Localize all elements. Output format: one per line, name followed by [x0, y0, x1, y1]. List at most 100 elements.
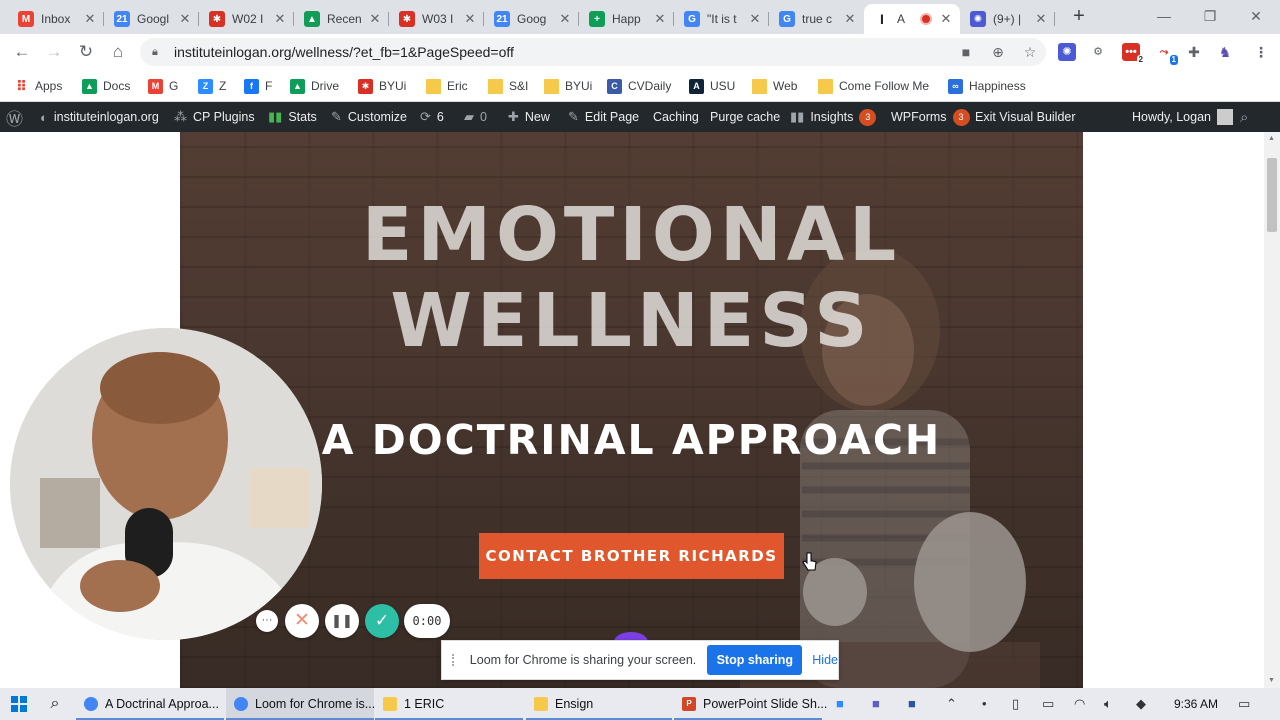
bookmark-item[interactable]: A USU — [689, 76, 735, 96]
taskbar-clock[interactable]: 9:36 AM — [1164, 688, 1228, 720]
dropbox-icon[interactable]: ◆ — [1136, 696, 1146, 712]
tab-2[interactable]: 21 Googl ✕ — [104, 4, 199, 34]
close-tab-icon[interactable]: ✕ — [82, 11, 98, 27]
extensions-puzzle-icon[interactable]: ✚ — [1185, 43, 1203, 61]
taskbar-item[interactable]: A Doctrinal Approa... — [76, 688, 224, 720]
home-icon[interactable]: ⌂ — [106, 40, 130, 64]
tab-8[interactable]: G "It is t ✕ — [674, 4, 769, 34]
drag-handle-icon[interactable] — [452, 654, 458, 666]
teams-tray-icon[interactable]: ■ — [872, 696, 880, 711]
loom-camera-bubble[interactable] — [10, 328, 322, 640]
bookmark-item[interactable]: ∞ Happiness — [948, 76, 1026, 96]
wp-site-name[interactable]: ◐ instituteinlogan.org — [40, 102, 159, 132]
search-icon[interactable]: ⌕ — [1240, 102, 1248, 132]
bookmark-item[interactable]: Come Follow Me — [818, 76, 929, 96]
address-bar[interactable]: 🔒︎ instituteinlogan.org/wellness/?et_fb=… — [140, 38, 1046, 66]
bookmark-item[interactable]: BYUi — [544, 76, 592, 96]
loom-pause-button[interactable]: ❚❚ — [325, 604, 359, 638]
wp-exit-visual-builder[interactable]: Exit Visual Builder — [975, 102, 1076, 132]
wp-wpforms[interactable]: WPForms 3 — [891, 102, 970, 132]
wp-customize[interactable]: ✎ Customize — [331, 102, 407, 132]
tab-10[interactable]: I A ✕ — [864, 4, 960, 34]
notifications-icon[interactable]: ▭ — [1238, 696, 1250, 712]
hide-button[interactable]: Hide — [812, 653, 838, 667]
wp-caching[interactable]: Caching — [653, 102, 699, 132]
reload-icon[interactable]: ↻ — [74, 40, 98, 64]
wp-insights[interactable]: ▮▮ Insights 3 — [790, 102, 877, 132]
new-tab-button[interactable]: + — [1068, 6, 1090, 28]
scrollbar-thumb[interactable] — [1267, 158, 1277, 232]
bookmark-star-icon[interactable]: ☆ — [1014, 44, 1046, 61]
scroll-up-icon[interactable]: ▲ — [1268, 135, 1275, 142]
tab-4[interactable]: ▲ Recen ✕ — [294, 4, 389, 34]
bookmark-item[interactable]: ZZ — [198, 76, 226, 96]
wifi-icon[interactable]: ◠ — [1074, 696, 1085, 712]
close-tab-icon[interactable]: ✕ — [462, 11, 478, 27]
wp-edit-page[interactable]: ✎ Edit Page — [568, 102, 639, 132]
battery-icon[interactable]: ▭ — [1042, 696, 1054, 712]
tab-11[interactable]: ✺ (9+) | ✕ — [960, 4, 1055, 34]
loom-done-button[interactable]: ✓ — [365, 604, 399, 638]
windows-start-icon[interactable] — [0, 688, 38, 720]
close-tab-icon[interactable]: ✕ — [557, 11, 573, 27]
close-tab-icon[interactable]: ✕ — [272, 11, 288, 27]
extension-share-icon[interactable]: ⤳ 1 — [1155, 43, 1178, 65]
taskbar-item[interactable]: Ensign — [526, 688, 672, 720]
taskbar-item[interactable]: 1 ERIC — [375, 688, 523, 720]
wp-purge-cache[interactable]: Purge cache — [710, 102, 780, 132]
bookmark-item[interactable]: ▲ Docs — [82, 76, 130, 96]
zoom-icon[interactable]: ⊕ — [982, 44, 1014, 61]
tab-5[interactable]: ✱ W03 I ✕ — [389, 4, 484, 34]
close-tab-icon[interactable]: ✕ — [747, 11, 763, 27]
phone-icon[interactable]: ▯ — [1012, 696, 1019, 712]
bookmark-item[interactable]: Web — [752, 76, 797, 96]
bookmark-item[interactable]: fF — [244, 76, 272, 96]
close-window-button[interactable]: ✕ — [1233, 4, 1279, 28]
restore-button[interactable]: ❐ — [1187, 4, 1233, 28]
close-tab-icon[interactable]: ✕ — [652, 11, 668, 27]
bookmark-item[interactable]: C CVDaily — [607, 76, 671, 96]
close-tab-icon[interactable]: ✕ — [842, 11, 858, 27]
bookmark-item[interactable]: MG — [148, 76, 178, 96]
contact-button[interactable]: CONTACT BROTHER RICHARDS — [479, 533, 784, 579]
extension-grammar-icon[interactable]: ⚙ — [1089, 43, 1107, 61]
zoom-tray-icon[interactable]: ■ — [836, 696, 844, 711]
tab-1[interactable]: M Inbox ✕ — [8, 4, 104, 34]
loom-more-button[interactable]: ··· — [256, 610, 278, 632]
wp-howdy[interactable]: Howdy, Logan — [1132, 102, 1233, 132]
bookmark-item[interactable]: ✱ BYUi — [358, 76, 406, 96]
tray-app-icon[interactable]: • — [982, 696, 987, 711]
bookmark-item[interactable]: ▲ Drive — [290, 76, 339, 96]
wp-stats[interactable]: ▮▮ Stats — [268, 102, 317, 132]
camera-icon[interactable]: ■ — [950, 44, 982, 60]
search-taskbar-icon[interactable]: ⌕ — [40, 688, 70, 720]
minimize-button[interactable]: — — [1141, 4, 1187, 28]
url-text[interactable]: instituteinlogan.org/wellness/?et_fb=1&P… — [174, 44, 950, 60]
extension-gear-icon[interactable]: ✺ — [1058, 43, 1076, 61]
wp-comments[interactable]: ▰ 0 — [464, 102, 487, 132]
tab-9[interactable]: Gtrue c ✕ — [769, 4, 864, 34]
loom-cancel-button[interactable]: ✕ — [285, 604, 319, 638]
chevron-up-icon[interactable]: ⌃ — [946, 696, 957, 712]
taskbar-item[interactable]: Loom for Chrome is... — [226, 688, 375, 720]
wp-updates[interactable]: ⟳ 6 — [420, 102, 444, 132]
stop-sharing-button[interactable]: Stop sharing — [707, 645, 803, 675]
tab-3[interactable]: ✱ W02 I ✕ — [199, 4, 294, 34]
close-tab-icon[interactable]: ✕ — [1033, 11, 1049, 27]
profile-icon[interactable]: ♞ — [1216, 43, 1234, 61]
tab-6[interactable]: 21 Goog ✕ — [484, 4, 579, 34]
word-tray-icon[interactable]: ■ — [908, 696, 916, 711]
close-tab-icon[interactable]: ✕ — [177, 11, 193, 27]
volume-icon[interactable]: 🔈︎ — [1104, 696, 1112, 712]
bookmark-item[interactable]: S&I — [488, 76, 528, 96]
scroll-down-icon[interactable]: ▼ — [1268, 677, 1275, 684]
close-tab-icon[interactable]: ✕ — [938, 11, 954, 27]
bookmark-item[interactable]: ⠿ Apps — [14, 76, 62, 96]
tab-7[interactable]: + Happ ✕ — [579, 4, 674, 34]
bookmark-item[interactable]: Eric — [426, 76, 468, 96]
close-tab-icon[interactable]: ✕ — [367, 11, 383, 27]
taskbar-item[interactable]: P PowerPoint Slide Sh... — [674, 688, 827, 720]
page-scrollbar[interactable]: ▲ ▼ — [1264, 132, 1280, 688]
browser-menu-icon[interactable]: ⋮ — [1252, 43, 1270, 61]
wordpress-logo-icon[interactable]: Ⓦ — [6, 102, 23, 132]
